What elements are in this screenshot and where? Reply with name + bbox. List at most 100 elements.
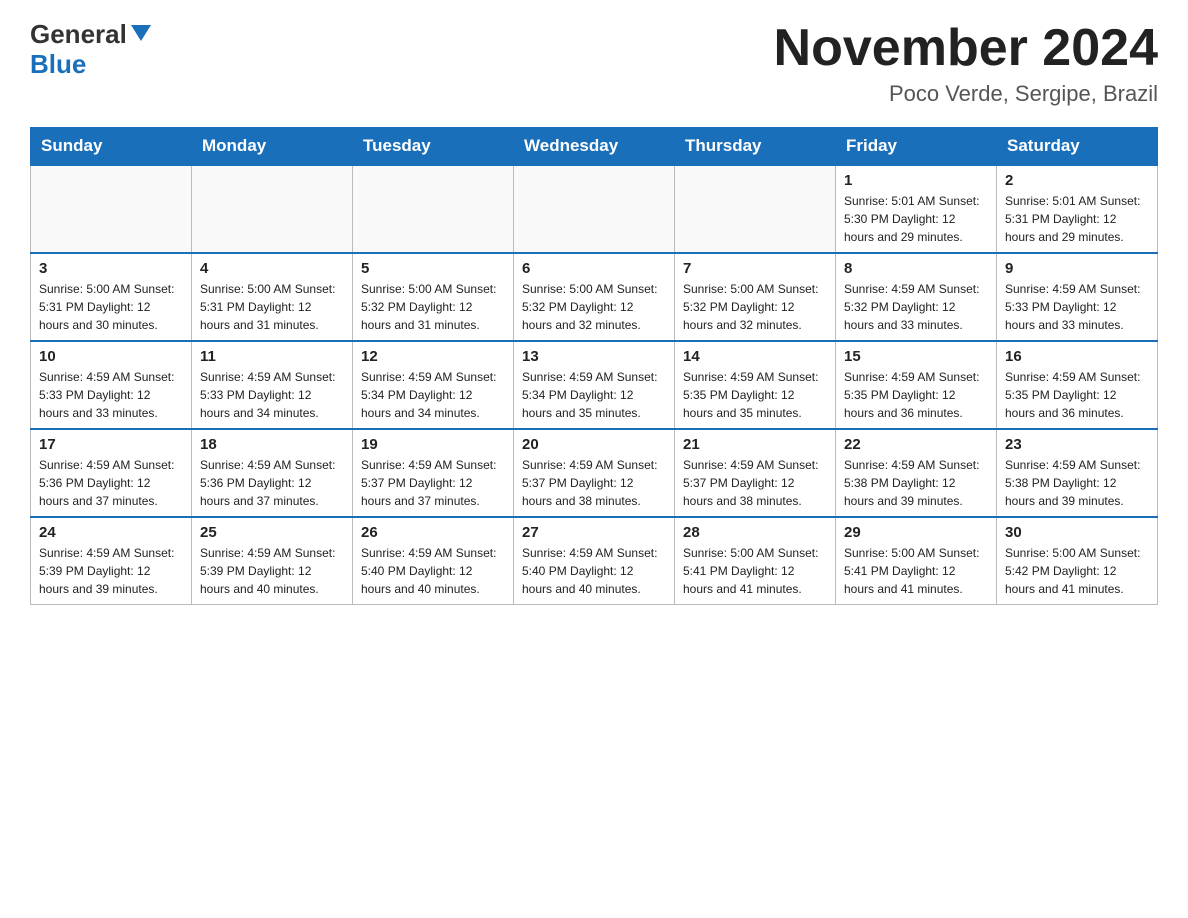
- day-number: 16: [1005, 348, 1149, 365]
- calendar-week-row: 17 Sunrise: 4:59 AM Sunset: 5:36 PM Dayli…: [31, 429, 1158, 517]
- day-number: 14: [683, 348, 827, 365]
- col-header-monday: Monday: [192, 128, 353, 166]
- calendar-cell: 16 Sunrise: 4:59 AM Sunset: 5:35 PM Dayli…: [997, 341, 1158, 429]
- day-info: Sunrise: 5:01 AM Sunset: 5:30 PM Dayligh…: [844, 192, 988, 246]
- day-info: Sunrise: 5:00 AM Sunset: 5:32 PM Dayligh…: [683, 280, 827, 334]
- calendar-cell: 15 Sunrise: 4:59 AM Sunset: 5:35 PM Dayli…: [836, 341, 997, 429]
- calendar-week-row: 3Sunrise: 5:00 AM Sunset: 5:31 PM Daylig…: [31, 253, 1158, 341]
- calendar-cell: [514, 165, 675, 253]
- day-number: 23: [1005, 436, 1149, 453]
- col-header-friday: Friday: [836, 128, 997, 166]
- calendar-cell: 10 Sunrise: 4:59 AM Sunset: 5:33 PM Dayli…: [31, 341, 192, 429]
- day-number: 2: [1005, 172, 1149, 189]
- logo: General Blue: [30, 20, 151, 80]
- calendar-cell: 25 Sunrise: 4:59 AM Sunset: 5:39 PM Dayli…: [192, 517, 353, 605]
- day-info: Sunrise: 4:59 AM Sunset: 5:34 PM Dayligh…: [522, 368, 666, 422]
- calendar-cell: [31, 165, 192, 253]
- day-number: 8: [844, 260, 988, 277]
- day-number: 26: [361, 524, 505, 541]
- day-number: 7: [683, 260, 827, 277]
- calendar-cell: 12 Sunrise: 4:59 AM Sunset: 5:34 PM Dayli…: [353, 341, 514, 429]
- calendar-cell: 22Sunrise: 4:59 AM Sunset: 5:38 PM Dayli…: [836, 429, 997, 517]
- title-block: November 2024 Poco Verde, Sergipe, Brazi…: [774, 20, 1158, 107]
- day-info: Sunrise: 4:59 AM Sunset: 5:35 PM Dayligh…: [844, 368, 988, 422]
- day-number: 20: [522, 436, 666, 453]
- calendar-cell: 3Sunrise: 5:00 AM Sunset: 5:31 PM Daylig…: [31, 253, 192, 341]
- day-number: 6: [522, 260, 666, 277]
- day-number: 28: [683, 524, 827, 541]
- day-number: 10: [39, 348, 183, 365]
- day-info: Sunrise: 4:59 AM Sunset: 5:32 PM Dayligh…: [844, 280, 988, 334]
- day-number: 17: [39, 436, 183, 453]
- month-title: November 2024: [774, 20, 1158, 77]
- day-info: Sunrise: 5:00 AM Sunset: 5:42 PM Dayligh…: [1005, 544, 1149, 598]
- calendar-cell: 13 Sunrise: 4:59 AM Sunset: 5:34 PM Dayli…: [514, 341, 675, 429]
- day-number: 1: [844, 172, 988, 189]
- day-info: Sunrise: 4:59 AM Sunset: 5:35 PM Dayligh…: [1005, 368, 1149, 422]
- day-number: 29: [844, 524, 988, 541]
- calendar-cell: 17 Sunrise: 4:59 AM Sunset: 5:36 PM Dayli…: [31, 429, 192, 517]
- day-info: Sunrise: 4:59 AM Sunset: 5:36 PM Dayligh…: [200, 456, 344, 510]
- day-info: Sunrise: 5:00 AM Sunset: 5:32 PM Dayligh…: [361, 280, 505, 334]
- calendar-cell: 6 Sunrise: 5:00 AM Sunset: 5:32 PM Daylig…: [514, 253, 675, 341]
- calendar-week-row: 1 Sunrise: 5:01 AM Sunset: 5:30 PM Daylig…: [31, 165, 1158, 253]
- day-info: Sunrise: 5:00 AM Sunset: 5:31 PM Dayligh…: [200, 280, 344, 334]
- calendar-table: SundayMondayTuesdayWednesdayThursdayFrid…: [30, 127, 1158, 605]
- calendar-cell: 19Sunrise: 4:59 AM Sunset: 5:37 PM Dayli…: [353, 429, 514, 517]
- day-info: Sunrise: 4:59 AM Sunset: 5:38 PM Dayligh…: [844, 456, 988, 510]
- day-info: Sunrise: 5:00 AM Sunset: 5:32 PM Dayligh…: [522, 280, 666, 334]
- calendar-cell: 11Sunrise: 4:59 AM Sunset: 5:33 PM Dayli…: [192, 341, 353, 429]
- calendar-cell: 30 Sunrise: 5:00 AM Sunset: 5:42 PM Dayli…: [997, 517, 1158, 605]
- day-number: 24: [39, 524, 183, 541]
- col-header-wednesday: Wednesday: [514, 128, 675, 166]
- calendar-cell: [353, 165, 514, 253]
- calendar-cell: 20 Sunrise: 4:59 AM Sunset: 5:37 PM Dayli…: [514, 429, 675, 517]
- day-number: 12: [361, 348, 505, 365]
- day-info: Sunrise: 4:59 AM Sunset: 5:39 PM Dayligh…: [39, 544, 183, 598]
- calendar-cell: 26Sunrise: 4:59 AM Sunset: 5:40 PM Dayli…: [353, 517, 514, 605]
- day-info: Sunrise: 4:59 AM Sunset: 5:35 PM Dayligh…: [683, 368, 827, 422]
- calendar-cell: 28 Sunrise: 5:00 AM Sunset: 5:41 PM Dayli…: [675, 517, 836, 605]
- day-number: 5: [361, 260, 505, 277]
- calendar-cell: 8 Sunrise: 4:59 AM Sunset: 5:32 PM Daylig…: [836, 253, 997, 341]
- calendar-cell: 29 Sunrise: 5:00 AM Sunset: 5:41 PM Dayli…: [836, 517, 997, 605]
- day-number: 27: [522, 524, 666, 541]
- day-info: Sunrise: 4:59 AM Sunset: 5:38 PM Dayligh…: [1005, 456, 1149, 510]
- day-number: 13: [522, 348, 666, 365]
- calendar-cell: 9Sunrise: 4:59 AM Sunset: 5:33 PM Daylig…: [997, 253, 1158, 341]
- day-info: Sunrise: 4:59 AM Sunset: 5:33 PM Dayligh…: [200, 368, 344, 422]
- day-number: 9: [1005, 260, 1149, 277]
- day-number: 25: [200, 524, 344, 541]
- day-number: 21: [683, 436, 827, 453]
- logo-general-text: General: [30, 20, 127, 49]
- col-header-sunday: Sunday: [31, 128, 192, 166]
- calendar-cell: 18 Sunrise: 4:59 AM Sunset: 5:36 PM Dayli…: [192, 429, 353, 517]
- day-info: Sunrise: 5:00 AM Sunset: 5:41 PM Dayligh…: [683, 544, 827, 598]
- calendar-cell: 2Sunrise: 5:01 AM Sunset: 5:31 PM Daylig…: [997, 165, 1158, 253]
- calendar-cell: 7 Sunrise: 5:00 AM Sunset: 5:32 PM Daylig…: [675, 253, 836, 341]
- logo-blue-text: Blue: [30, 49, 86, 80]
- day-info: Sunrise: 4:59 AM Sunset: 5:34 PM Dayligh…: [361, 368, 505, 422]
- calendar-header-row: SundayMondayTuesdayWednesdayThursdayFrid…: [31, 128, 1158, 166]
- day-info: Sunrise: 4:59 AM Sunset: 5:37 PM Dayligh…: [522, 456, 666, 510]
- calendar-cell: 14 Sunrise: 4:59 AM Sunset: 5:35 PM Dayli…: [675, 341, 836, 429]
- day-number: 30: [1005, 524, 1149, 541]
- day-number: 18: [200, 436, 344, 453]
- calendar-cell: 21Sunrise: 4:59 AM Sunset: 5:37 PM Dayli…: [675, 429, 836, 517]
- col-header-thursday: Thursday: [675, 128, 836, 166]
- calendar-cell: 5 Sunrise: 5:00 AM Sunset: 5:32 PM Daylig…: [353, 253, 514, 341]
- day-info: Sunrise: 4:59 AM Sunset: 5:33 PM Dayligh…: [39, 368, 183, 422]
- day-info: Sunrise: 4:59 AM Sunset: 5:39 PM Dayligh…: [200, 544, 344, 598]
- day-info: Sunrise: 5:00 AM Sunset: 5:31 PM Dayligh…: [39, 280, 183, 334]
- calendar-week-row: 24 Sunrise: 4:59 AM Sunset: 5:39 PM Dayli…: [31, 517, 1158, 605]
- calendar-week-row: 10 Sunrise: 4:59 AM Sunset: 5:33 PM Dayli…: [31, 341, 1158, 429]
- location-subtitle: Poco Verde, Sergipe, Brazil: [774, 81, 1158, 107]
- calendar-cell: [675, 165, 836, 253]
- logo-triangle-icon: [131, 25, 151, 41]
- day-info: Sunrise: 5:00 AM Sunset: 5:41 PM Dayligh…: [844, 544, 988, 598]
- day-info: Sunrise: 4:59 AM Sunset: 5:36 PM Dayligh…: [39, 456, 183, 510]
- page-header: General Blue November 2024 Poco Verde, S…: [30, 20, 1158, 107]
- day-number: 15: [844, 348, 988, 365]
- calendar-cell: 4Sunrise: 5:00 AM Sunset: 5:31 PM Daylig…: [192, 253, 353, 341]
- col-header-tuesday: Tuesday: [353, 128, 514, 166]
